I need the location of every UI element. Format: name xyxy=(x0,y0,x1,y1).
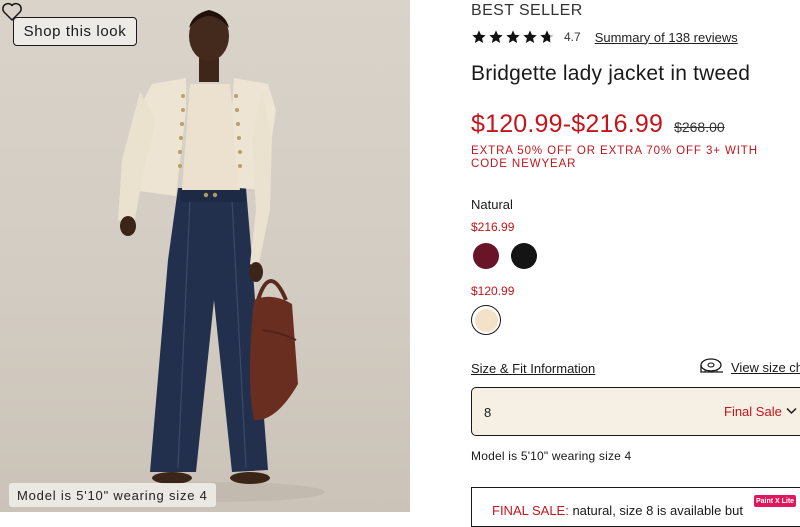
sale-price-range: $120.99-$216.99 xyxy=(471,110,664,138)
star-rating xyxy=(471,29,555,45)
color-swatch-black[interactable] xyxy=(511,243,537,269)
best-seller-badge: BEST SELLER xyxy=(471,2,583,19)
swatch-group-price: $216.99 xyxy=(471,220,515,234)
swatch-group-price: $120.99 xyxy=(471,284,515,298)
star-icon xyxy=(523,30,537,43)
star-half-icon xyxy=(540,30,554,43)
promo-message: EXTRA 50% OFF OR EXTRA 70% OFF 3+ WITH C… xyxy=(471,145,758,170)
shop-this-look-button[interactable]: Shop this look xyxy=(13,17,137,46)
size-chart[interactable]: View size chart xyxy=(698,358,800,376)
size-fit-info-link[interactable]: Size & Fit Information xyxy=(471,361,595,376)
browser-extension-badge[interactable]: Paint X Lite xyxy=(754,495,796,507)
star-icon xyxy=(472,30,486,43)
color-swatch-burgundy[interactable] xyxy=(473,243,499,269)
final-sale-label: FINAL SALE: xyxy=(492,503,569,518)
product-image[interactable]: Shop this look Model is 5'10" wearing si… xyxy=(0,0,410,512)
final-sale-notice-text: natural, size 8 is available but xyxy=(568,503,743,518)
product-title: Bridgette lady jacket in tweed xyxy=(471,62,751,85)
star-icon xyxy=(506,30,520,43)
model-size-note: Model is 5'10" wearing size 4 xyxy=(471,449,632,463)
view-size-chart-link[interactable]: View size chart xyxy=(731,360,800,375)
reviews-summary-link[interactable]: Summary of 138 reviews xyxy=(595,30,738,45)
model-illustration xyxy=(105,10,325,502)
size-select-value: 8 xyxy=(484,405,492,420)
model-caption: Model is 5'10" wearing size 4 xyxy=(9,483,216,507)
price-row: $120.99-$216.99 $268.00 xyxy=(471,110,725,139)
rating-row: 4.7 Summary of 138 reviews xyxy=(471,27,738,47)
original-price: $268.00 xyxy=(674,119,725,135)
measuring-tape-icon xyxy=(700,358,723,373)
size-select[interactable]: 8 Final Sale xyxy=(471,387,800,436)
heart-icon[interactable] xyxy=(0,0,24,24)
chevron-down-icon xyxy=(786,407,797,415)
selected-color-label: Natural xyxy=(471,197,513,212)
color-swatch-natural-selected[interactable] xyxy=(471,305,501,335)
final-sale-notice: FINAL SALE: natural, size 8 is available… xyxy=(471,487,800,527)
rating-value: 4.7 xyxy=(564,30,581,44)
star-icon xyxy=(489,30,503,43)
final-sale-status: Final Sale xyxy=(724,404,782,419)
